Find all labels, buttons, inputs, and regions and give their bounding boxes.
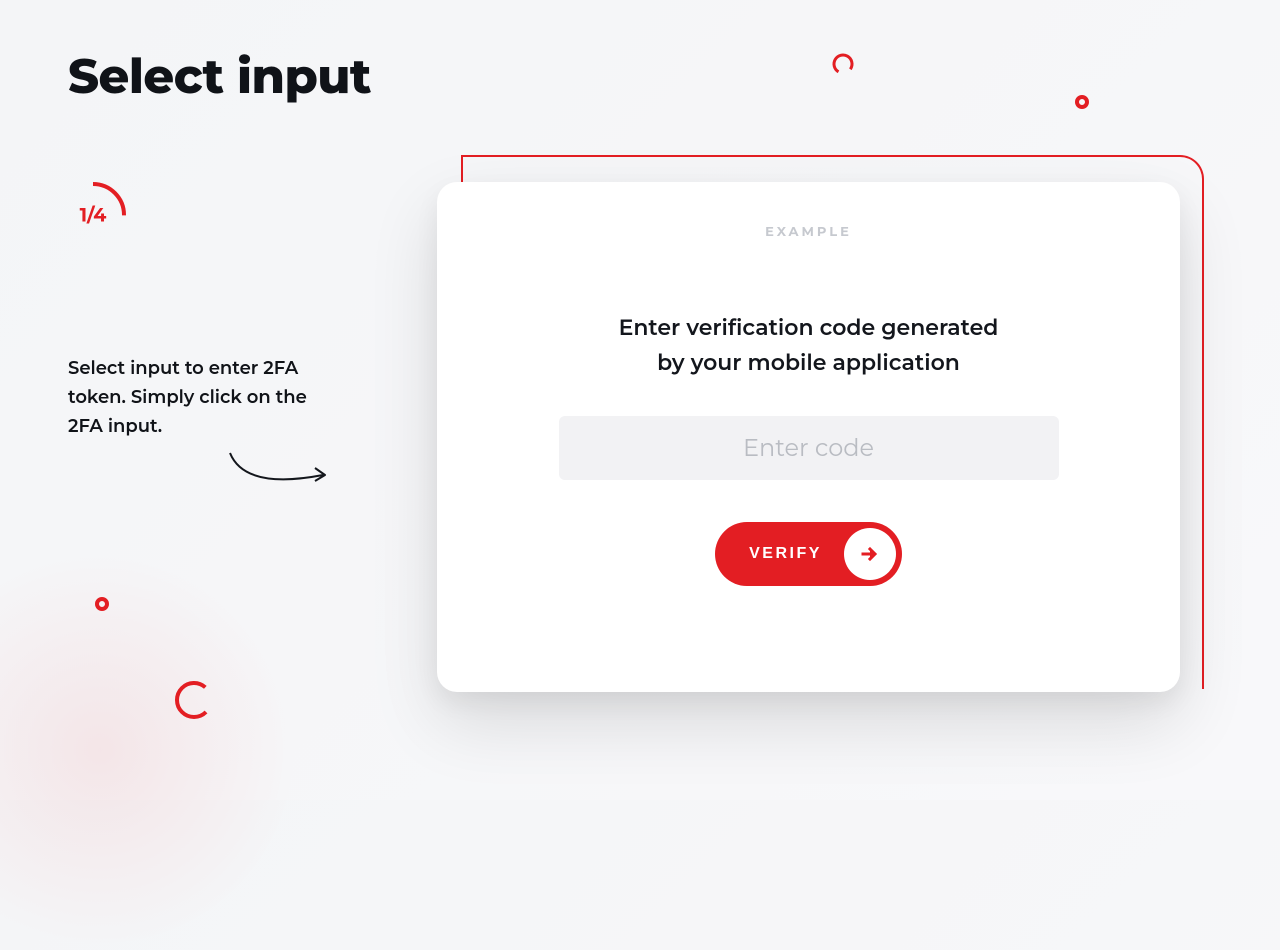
verify-button[interactable]: VERIFY — [715, 522, 902, 586]
step-indicator: 1/4 — [58, 180, 128, 250]
verification-heading-line1: Enter verification code generated — [619, 314, 999, 341]
verification-heading: Enter verification code generated by you… — [619, 310, 999, 380]
arrow-curve-icon — [225, 448, 335, 498]
decorative-arc-icon — [172, 678, 216, 722]
example-badge: EXAMPLE — [765, 224, 852, 240]
verify-button-circle — [844, 528, 896, 580]
verify-button-label: VERIFY — [749, 545, 822, 563]
decorative-dot-icon — [1075, 95, 1089, 109]
step-label: 1/4 — [80, 204, 107, 227]
instruction-text: Select input to enter 2FA token. Simply … — [68, 354, 328, 440]
arrow-right-icon — [861, 545, 879, 563]
verification-heading-line2: by your mobile application — [657, 349, 960, 376]
page-title: Select input — [68, 48, 371, 106]
decorative-arc-icon — [831, 52, 855, 76]
background-gradient — [0, 550, 300, 950]
code-input[interactable] — [559, 416, 1059, 480]
example-card: EXAMPLE Enter verification code generate… — [437, 182, 1180, 692]
decorative-dot-icon — [95, 597, 109, 611]
